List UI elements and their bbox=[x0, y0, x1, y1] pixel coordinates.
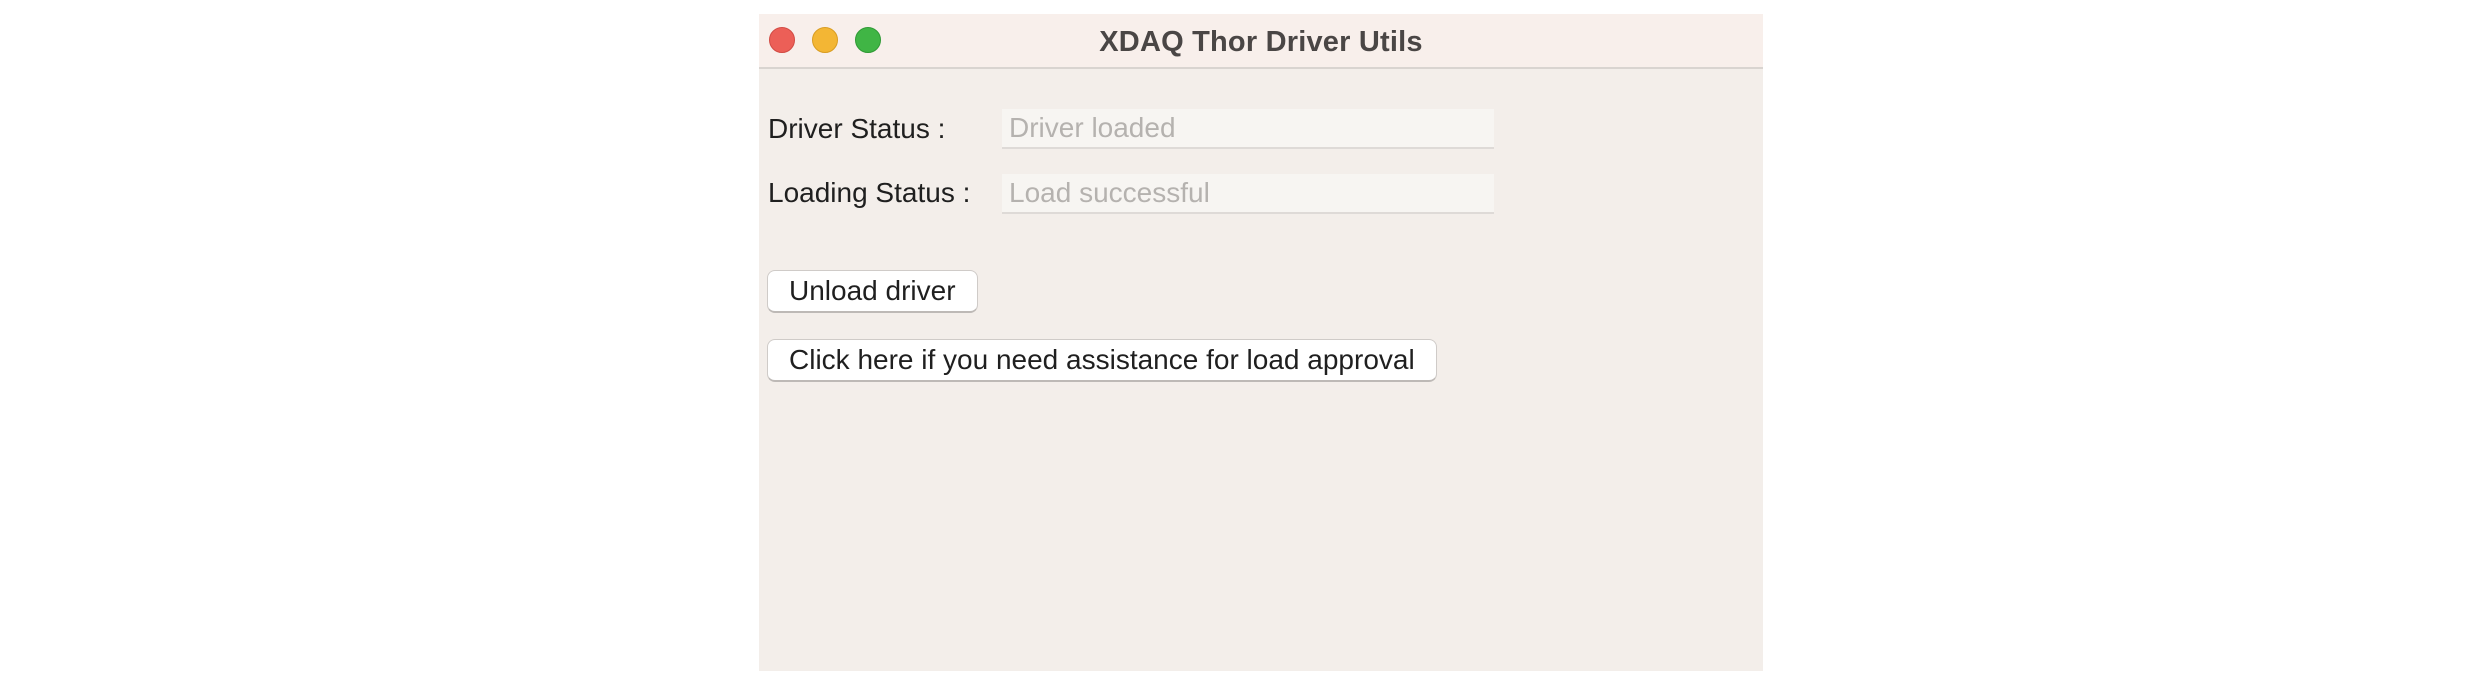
app-window: XDAQ Thor Driver Utils Driver Status : L… bbox=[759, 14, 1763, 671]
loading-status-label: Loading Status : bbox=[768, 177, 971, 208]
unload-driver-button[interactable]: Unload driver bbox=[767, 270, 978, 313]
driver-status-label: Driver Status : bbox=[768, 113, 946, 144]
loading-status-field[interactable] bbox=[1002, 174, 1494, 214]
driver-status-field[interactable] bbox=[1002, 109, 1494, 149]
title-bar[interactable]: XDAQ Thor Driver Utils bbox=[759, 14, 1763, 69]
window-title: XDAQ Thor Driver Utils bbox=[1099, 26, 1423, 58]
load-approval-assistance-button[interactable]: Click here if you need assistance for lo… bbox=[767, 339, 1437, 382]
